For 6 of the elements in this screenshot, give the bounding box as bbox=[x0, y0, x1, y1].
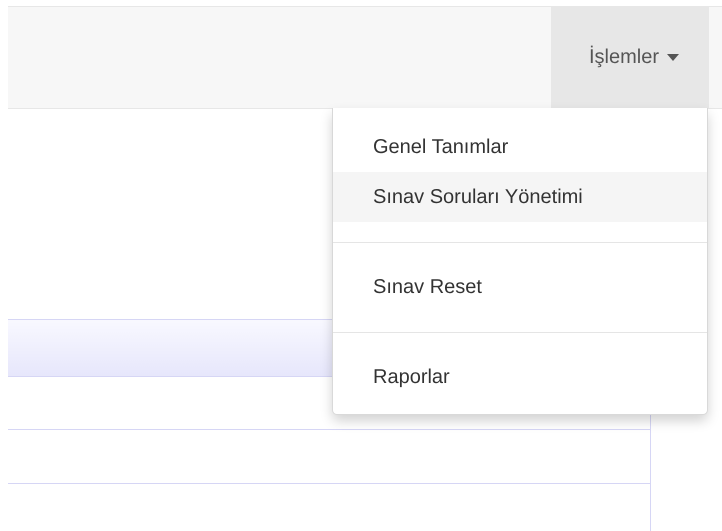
menu-item[interactable]: Genel Tanımlar bbox=[333, 122, 707, 172]
caret-icon bbox=[667, 54, 679, 61]
operations-dropdown-toggle[interactable]: İşlemler bbox=[550, 7, 709, 108]
menu-item[interactable]: Sınav Soruları Yönetimi bbox=[333, 172, 707, 222]
menu-item[interactable]: Sınav Reset bbox=[333, 262, 707, 312]
menu-item[interactable]: Raporlar bbox=[333, 352, 707, 402]
